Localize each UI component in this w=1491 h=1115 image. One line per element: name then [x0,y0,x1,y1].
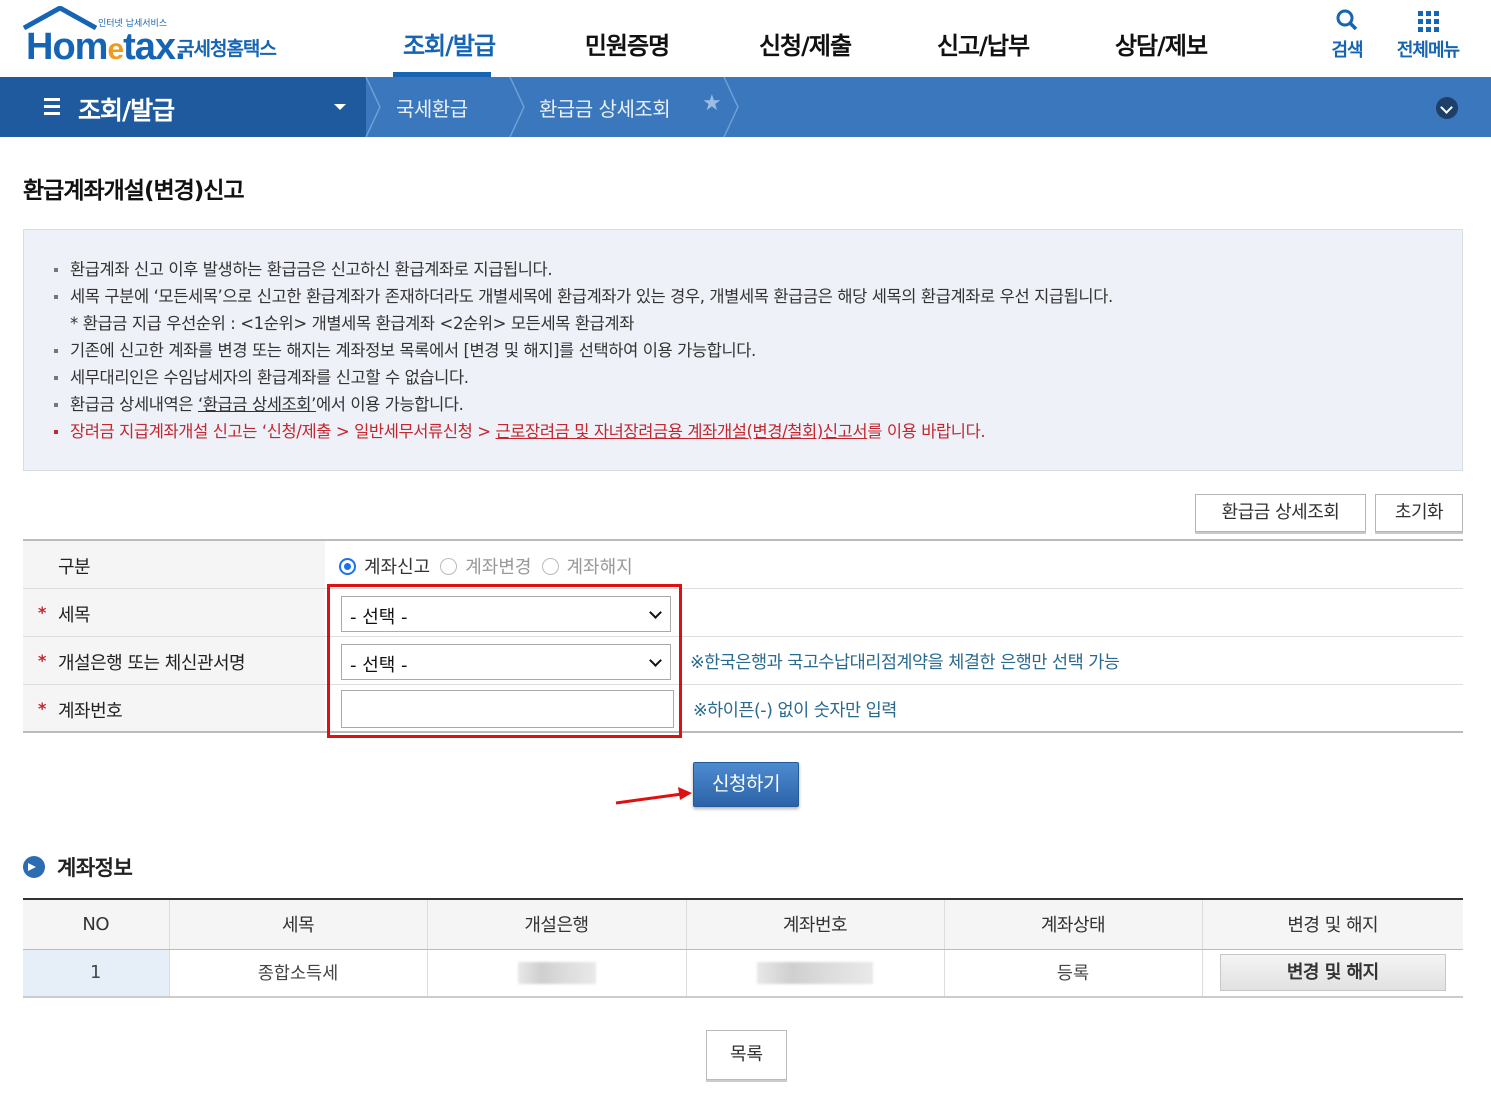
hometax-logo[interactable]: 인터넷 납세서비스 Hometax. 국세청홈택스 [22,6,302,72]
notice-line: 세목 구분에 ‘모든세목’으로 신고한 환급계좌가 존재하더라도 개별세목에 환… [54,283,1462,310]
radio-checked-icon [339,557,356,575]
all-menu-button[interactable]: 전체메뉴 [1390,8,1466,62]
redacted-account [757,961,873,984]
form-row-account: * 계좌번호 ※하이픈(-) 없이 숫자만 입력 [23,685,1463,733]
page-title: 환급계좌개설(변경)신고 [23,178,245,204]
breadcrumb: 조회/발급 국세환급 환급금 상세조회 ★ [0,77,1491,137]
search-label: 검색 [1331,40,1363,61]
bank-hint: ※한국은행과 국고수납대리점계약을 체결한 은행만 선택 가능 [690,653,1120,673]
notice-line: 기존에 신고한 계좌를 변경 또는 해지는 계좌정보 목록에서 [변경 및 해지… [54,337,1462,364]
top-header: 인터넷 납세서비스 Hometax. 국세청홈택스 조회/발급 민원증명 신청/… [0,0,1491,77]
col-account: 계좌번호 [685,899,944,950]
arrow-circle-icon [23,856,45,878]
radio-change[interactable]: 계좌변경 [440,553,532,579]
notice-line: 환급금 상세내역은 ‘환급금 상세조회’에서 이용 가능합니다. [54,391,1462,418]
grid-menu-icon [1418,11,1439,32]
search-icon [1336,9,1358,31]
cell-bank [426,949,686,998]
breadcrumb-home-menu[interactable]: 조회/발급 [0,77,366,137]
radio-register[interactable]: 계좌신고 [339,553,430,579]
bank-label: * 개설은행 또는 체신관서명 [23,637,325,684]
notice-line: * 환급금 지급 우선순위 : <1순위> 개별세목 환급계좌 <2순위> 모든… [70,314,634,333]
global-nav: 조회/발급 민원증명 신청/제출 신고/납부 상담/제보 [360,0,1250,77]
breadcrumb-level2[interactable]: 환급금 상세조회 [539,93,671,122]
redacted-bank [517,961,596,984]
tax-select[interactable]: - 선택 - [341,596,671,632]
table-row: 1 종합소득세 등록 변경 및 해지 [23,949,1463,998]
logo-wordmark: Hometax. [26,26,186,68]
bank-select[interactable]: - 선택 - [341,644,671,680]
form-row-tax: * 세목 - 선택 - [23,589,1463,637]
col-tax: 세목 [168,899,427,950]
section-title: 계좌정보 [23,852,133,882]
breadcrumb-home-label: 조회/발급 [78,96,175,125]
table-header-row: NO 세목 개설은행 계좌번호 계좌상태 변경 및 해지 [23,899,1463,950]
breadcrumb-separator-icon [365,77,381,137]
chevron-down-icon[interactable] [1436,97,1458,119]
tax-label: * 세목 [23,589,325,636]
nav-item-filing[interactable]: 신고/납부 [894,0,1072,77]
col-bank: 개설은행 [426,899,686,950]
col-action: 변경 및 해지 [1201,899,1463,950]
cell-no: 1 [23,949,169,998]
breadcrumb-level1[interactable]: 국세환급 [396,93,468,122]
caret-down-icon [334,104,346,110]
all-menu-label: 전체메뉴 [1396,40,1460,61]
cell-tax: 종합소득세 [168,949,427,998]
notice-line: 장려금 지급계좌개설 신고는 ‘신청/제출 > 일반세무서류신청 > 근로장려금… [54,418,1462,445]
notice-line: 환급계좌 신고 이후 발생하는 환급금은 신고하신 환급계좌로 지급됩니다. [54,256,1462,283]
breadcrumb-separator-icon [509,77,525,137]
cell-action: 변경 및 해지 [1201,949,1463,998]
list-button[interactable]: 목록 [706,1030,787,1080]
notice-line: 세무대리인은 수임납세자의 환급계좌를 신고할 수 없습니다. [54,364,1462,391]
reset-button[interactable]: 초기화 [1375,494,1463,532]
red-arrow-icon [615,787,692,805]
form-row-bank: * 개설은행 또는 체신관서명 - 선택 - ※한국은행과 국고수납대리점계약을 … [23,637,1463,685]
submit-button[interactable]: 신청하기 [693,762,799,807]
cell-account [685,949,944,998]
type-label: 구분 [23,541,325,588]
nav-item-application[interactable]: 신청/제출 [716,0,894,77]
nav-item-certificate[interactable]: 민원증명 [538,0,716,77]
form-row-type: 구분 계좌신고 계좌변경 계좌해지 [23,541,1463,589]
account-table: NO 세목 개설은행 계좌번호 계좌상태 변경 및 해지 1 종합소득세 등록 … [23,898,1463,998]
logo-subtitle: 국세청홈택스 [177,38,277,60]
change-cancel-button[interactable]: 변경 및 해지 [1219,954,1446,992]
account-form: 구분 계좌신고 계좌변경 계좌해지 * 세목 - 선택 - * 개설은행 또는 체신… [23,539,1463,733]
radio-unchecked-icon [440,557,458,575]
cell-status: 등록 [943,949,1202,998]
col-status: 계좌상태 [943,899,1202,950]
notice-box: 환급계좌 신고 이후 발생하는 환급금은 신고하신 환급계좌로 지급됩니다. 세… [23,229,1463,471]
refund-detail-link[interactable]: ‘환급금 상세조회’ [198,395,316,414]
chevron-down-icon [649,654,662,667]
account-label: * 계좌번호 [23,685,325,731]
incentive-account-link[interactable]: 근로장려금 및 자녀장려금용 계좌개설(변경/철회)신고서 [496,422,868,441]
chevron-down-icon [649,606,662,619]
hamburger-icon [44,98,60,115]
refund-detail-button[interactable]: 환급금 상세조회 [1195,494,1366,532]
account-number-input[interactable] [341,690,674,728]
account-hint: ※하이픈(-) 없이 숫자만 입력 [693,701,897,721]
radio-unchecked-icon [541,557,559,575]
star-icon[interactable]: ★ [702,91,722,116]
breadcrumb-separator-icon [723,77,739,137]
nav-item-inquiry[interactable]: 조회/발급 [360,0,538,77]
search-button[interactable]: 검색 [1326,8,1368,62]
col-no: NO [23,899,169,950]
radio-cancel[interactable]: 계좌해지 [541,553,633,579]
type-radio-group: 계좌신고 계좌변경 계좌해지 [339,553,633,579]
nav-item-consult[interactable]: 상담/제보 [1072,0,1250,77]
